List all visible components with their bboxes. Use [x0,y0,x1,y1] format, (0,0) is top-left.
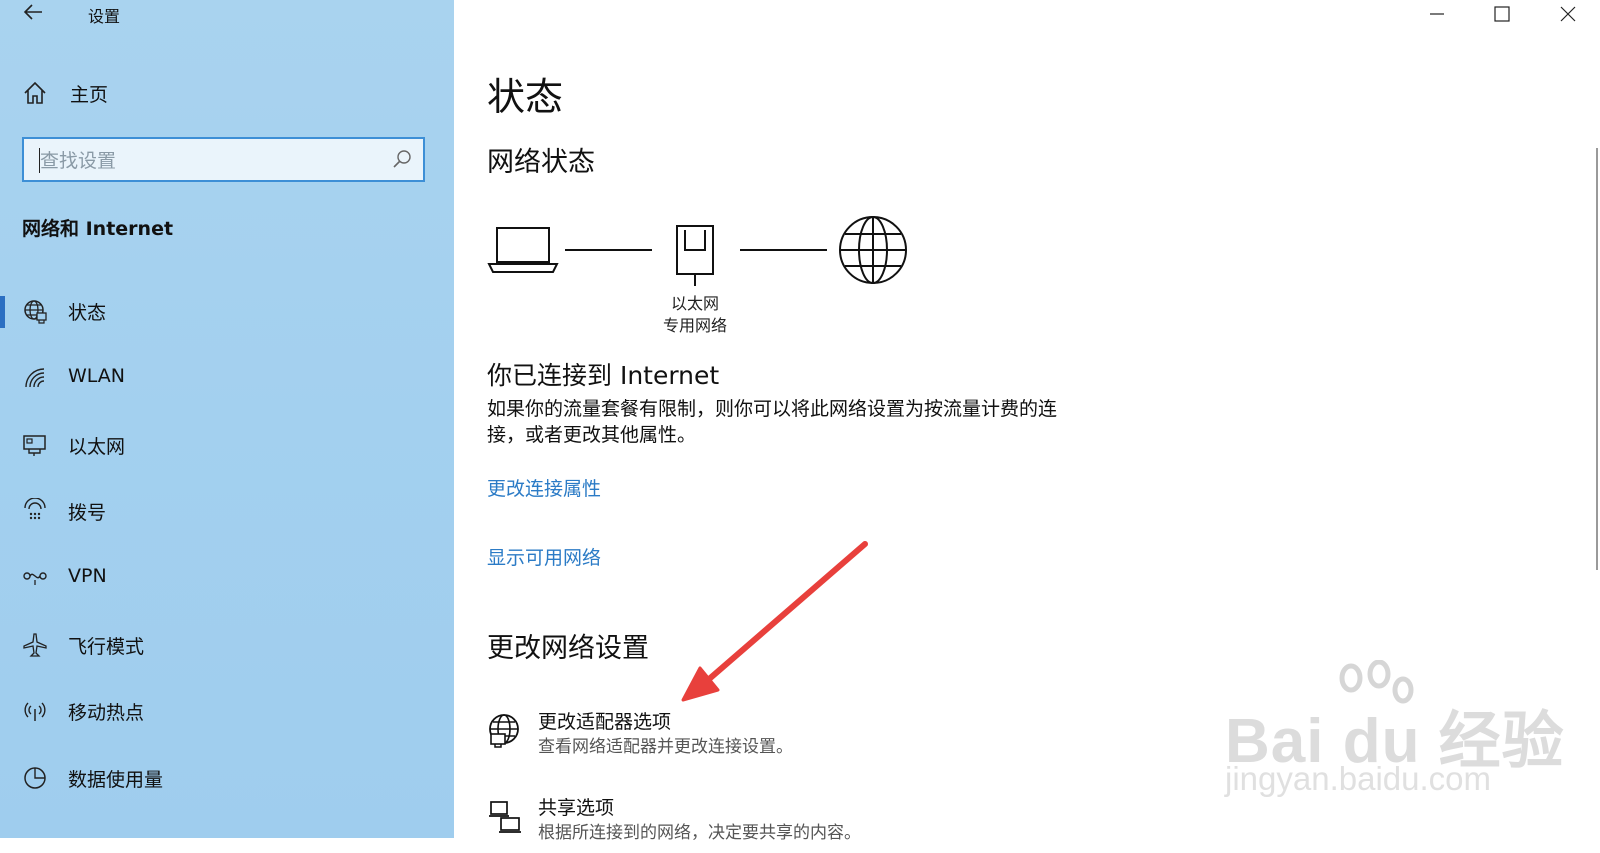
ethernet-icon [23,435,46,456]
sidebar: 设置 主页 网络和 Internet 状态 [0,0,454,838]
network-diagram-graphic [487,216,907,286]
sidebar-item-label: 状态 [68,302,107,324]
sidebar-item-data-usage[interactable]: 数据使用量 [0,753,454,803]
search-icon[interactable] [391,149,413,171]
sidebar-item-hotspot[interactable]: 移动热点 [0,686,454,736]
show-available-networks-link[interactable]: 显示可用网络 [487,543,601,570]
sidebar-item-label: 移动热点 [68,702,145,724]
selection-indicator [0,296,5,328]
option-title: 共享选项 [538,797,615,819]
watermark-url: jingyan.baidu.com [1225,760,1491,797]
sidebar-item-airplane[interactable]: 飞行模式 [0,620,454,670]
sharing-icon [489,801,521,833]
adapter-name-label: 以太网 [670,294,719,313]
option-title: 更改适配器选项 [538,711,672,733]
network-type-label: 专用网络 [662,316,727,335]
home-icon [24,81,46,104]
option-subtitle: 根据所连接到的网络，决定要共享的内容。 [538,823,861,843]
adapter-globe-icon [489,714,519,748]
close-icon[interactable] [1556,2,1580,26]
vertical-scrollbar[interactable] [1596,148,1598,570]
section-title: 网络和 Internet [22,218,174,240]
wifi-icon [25,368,45,388]
option-subtitle: 查看网络适配器并更改连接设置。 [538,737,793,757]
home-nav-item[interactable]: 主页 [22,78,108,108]
globe-status-icon [24,300,47,324]
laptop-icon [487,227,559,273]
change-network-settings-heading: 更改网络设置 [487,633,649,664]
network-status-heading: 网络状态 [487,147,595,178]
home-label: 主页 [70,83,109,106]
connection-status-description: 如果你的流量套餐有限制，则你可以将此网络设置为按流量计费的连接，或者更改其他属性… [487,398,1058,446]
sidebar-item-status[interactable]: 状态 [0,286,454,336]
internet-globe-icon [839,216,907,284]
sidebar-item-label: 以太网 [68,436,126,458]
sidebar-item-label: 拨号 [68,502,107,524]
sidebar-item-label: 数据使用量 [68,769,164,791]
maximize-icon[interactable] [1490,2,1514,26]
search-input[interactable] [38,145,382,177]
sharing-options[interactable]: 共享选项 根据所连接到的网络，决定要共享的内容。 [487,793,1087,853]
sidebar-item-label: VPN [68,565,107,587]
sidebar-item-dialup[interactable]: 拨号 [0,486,454,536]
dialup-icon [24,498,46,520]
ethernet-adapter-icon [676,225,714,286]
sidebar-item-ethernet[interactable]: 以太网 [0,420,454,470]
data-usage-icon [24,767,46,789]
text-caret [39,148,40,173]
page-title: 状态 [487,75,564,119]
airplane-icon [23,633,47,657]
vpn-icon [23,572,47,585]
window-title: 设置 [88,7,121,26]
change-connection-properties-link[interactable]: 更改连接属性 [487,474,601,501]
network-diagram: 以太网 专用网络 [487,214,917,335]
sidebar-item-wlan[interactable]: WLAN [0,353,454,403]
sidebar-item-label: WLAN [68,365,126,387]
search-box[interactable] [22,137,425,182]
sidebar-item-vpn[interactable]: VPN [0,553,454,603]
sidebar-item-label: 飞行模式 [68,636,145,658]
change-adapter-options[interactable]: 更改适配器选项 查看网络适配器并更改连接设置。 [487,707,1087,767]
minimize-icon[interactable] [1425,2,1449,26]
connection-status-title: 你已连接到 Internet [487,361,720,390]
back-arrow-icon[interactable] [22,0,46,24]
hotspot-icon [24,702,46,721]
